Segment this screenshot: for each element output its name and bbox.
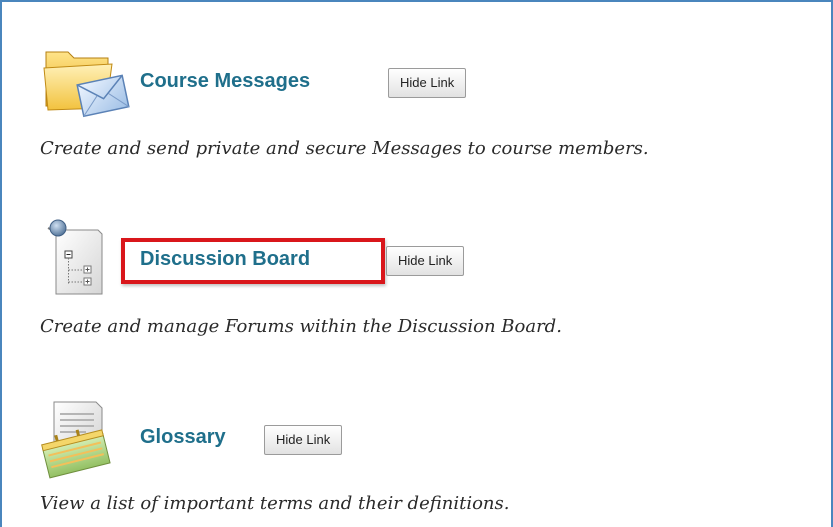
glossary-link[interactable]: Glossary (140, 425, 226, 449)
hide-link-button-course-messages[interactable]: Hide Link (388, 68, 467, 98)
hide-link-button-glossary[interactable]: Hide Link (264, 425, 343, 455)
discussion-board-description: Create and manage Forums within the Disc… (40, 316, 562, 337)
discussion-board-link[interactable]: Discussion Board (140, 247, 310, 271)
course-messages-link[interactable]: Course Messages (140, 69, 310, 93)
course-messages-description: Create and send private and secure Messa… (40, 138, 649, 159)
discussion-board-icon (47, 219, 103, 295)
folder-envelope-icon (43, 51, 130, 118)
hide-link-button-discussion-board[interactable]: Hide Link (386, 246, 465, 276)
tools-panel: Course Messages Hide Link Create and sen… (0, 0, 833, 527)
glossary-description: View a list of important terms and their… (40, 493, 510, 514)
glossary-notepad-icon (41, 401, 111, 479)
